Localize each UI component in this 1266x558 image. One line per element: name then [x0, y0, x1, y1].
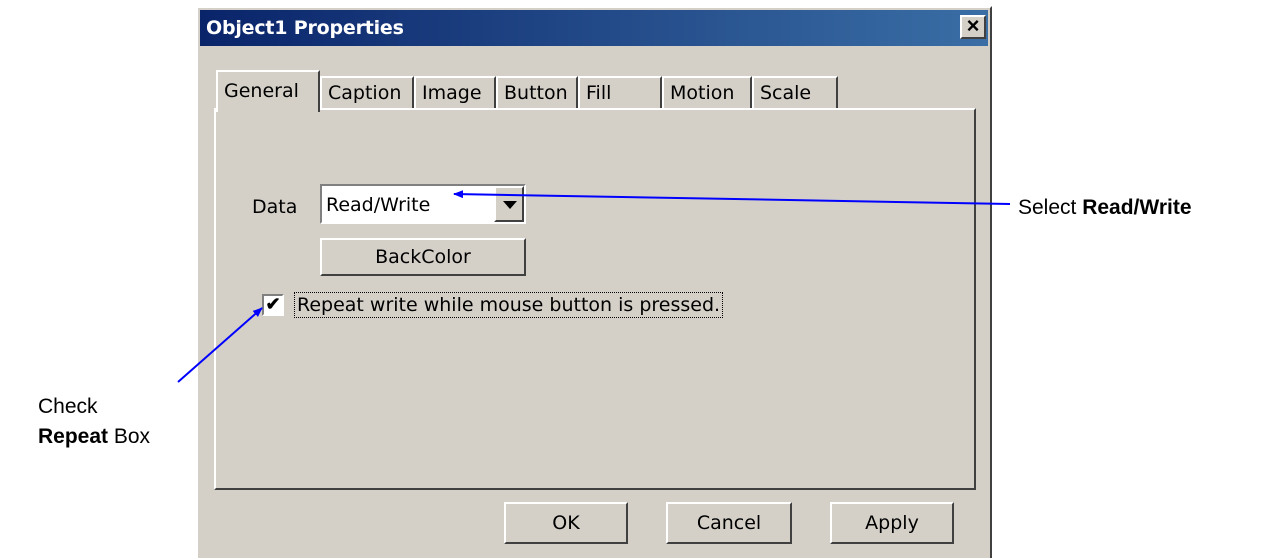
- tab-general[interactable]: General: [216, 70, 320, 112]
- arrow-to-data-select: [453, 190, 1011, 205]
- annotation-arrows: [177, 190, 1011, 383]
- arrow-to-repeat-checkbox: [177, 307, 263, 383]
